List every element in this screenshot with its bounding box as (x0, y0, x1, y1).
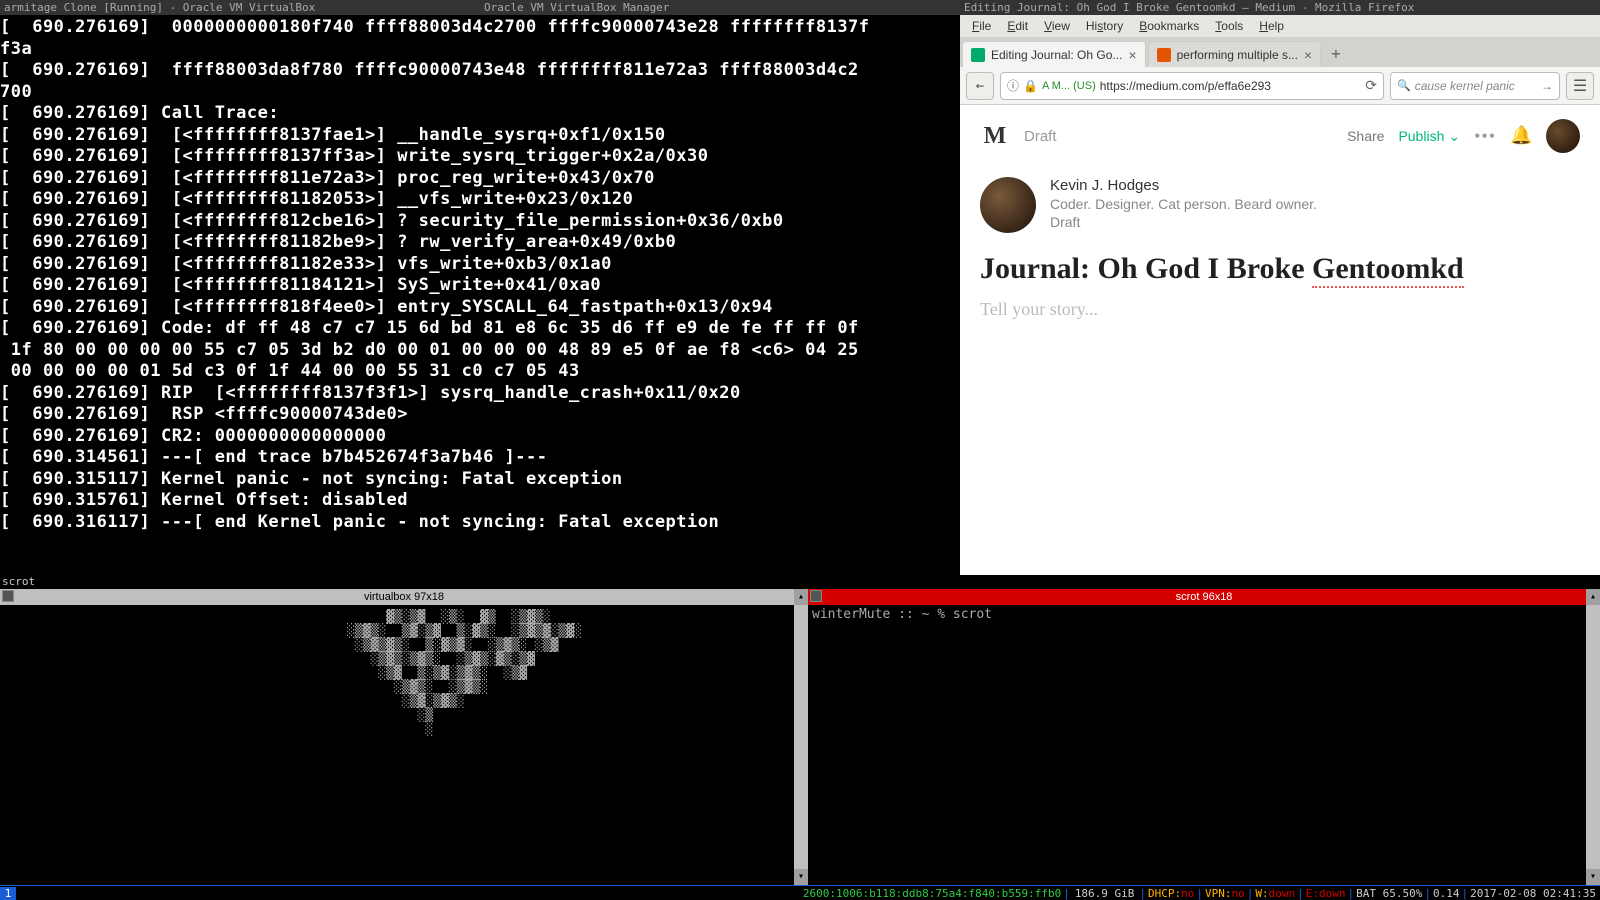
scroll-down-icon[interactable]: ▾ (1586, 869, 1600, 885)
tab-label: Editing Journal: Oh Go... (991, 48, 1122, 62)
terminal-right[interactable]: scrot 96x18 ▴ winterMute :: ~ % scrot ▾ (808, 589, 1600, 885)
separator: | (1295, 887, 1306, 900)
terminal-left[interactable]: virtualbox 97x18 ▴ ▓▒░▒▓ ░▒░ ▓▒ ░▒▓▒░ ░▒… (0, 589, 808, 885)
url-text[interactable]: https://medium.com/p/effa6e293 (1100, 79, 1362, 93)
share-button[interactable]: Share (1347, 128, 1384, 144)
memory-usage: 186.9 GiB (1072, 887, 1138, 900)
search-text[interactable]: cause kernel panic (1415, 79, 1537, 93)
vm-console[interactable]: [ 690.276169] 0000000000180f740 ffff8800… (0, 15, 960, 575)
shell-prompt: winterMute :: ~ % scrot (812, 607, 992, 622)
more-actions-button[interactable]: ••• (1474, 126, 1496, 147)
load-average: 0.14 (1433, 887, 1460, 900)
separator: | (1137, 887, 1148, 900)
tab-medium-editor[interactable]: Editing Journal: Oh Go... × (962, 41, 1146, 67)
battery-status: BAT 65.50% (1356, 887, 1422, 900)
new-tab-button[interactable]: + (1323, 40, 1349, 67)
author-name[interactable]: Kevin J. Hodges (1050, 177, 1317, 194)
separator: | (1061, 887, 1072, 900)
spellcheck-squiggle: Gentoomkd (1312, 252, 1464, 288)
eth-label: E: (1306, 887, 1319, 900)
title-text: Journal: Oh God I Broke (980, 252, 1312, 285)
firefox-window-title: Editing Journal: Oh God I Broke Gentoomk… (960, 0, 1600, 15)
user-avatar[interactable] (1546, 119, 1580, 153)
menu-bookmarks[interactable]: Bookmarks (1131, 17, 1207, 35)
reload-icon[interactable]: ⟳ (1365, 77, 1377, 94)
wifi-label: W: (1255, 887, 1268, 900)
chevron-down-icon: ⌄ (1448, 128, 1460, 145)
vpn-label: VPN: (1205, 887, 1232, 900)
separator: | (1422, 887, 1433, 900)
tab-close-icon[interactable]: × (1128, 47, 1136, 63)
story-title[interactable]: Journal: Oh God I Broke Gentoomkd (960, 251, 1600, 287)
story-body-placeholder[interactable]: Tell your story... (960, 287, 1600, 332)
scrollbar[interactable] (794, 605, 808, 869)
eth-value: down (1319, 887, 1346, 900)
author-avatar[interactable] (980, 177, 1036, 233)
author-meta: Draft (1050, 214, 1317, 230)
menu-history[interactable]: History (1078, 17, 1131, 35)
author-block: Kevin J. Hodges Coder. Designer. Cat per… (960, 167, 1600, 251)
hamburger-menu[interactable]: ☰ (1566, 72, 1594, 100)
separator: | (1346, 887, 1357, 900)
separator: | (1460, 887, 1471, 900)
firefox-tabstrip: Editing Journal: Oh Go... × performing m… (960, 37, 1600, 67)
dhcp-value: no (1181, 887, 1194, 900)
tab-close-icon[interactable]: × (1304, 47, 1312, 63)
scroll-down-icon[interactable]: ▾ (794, 869, 808, 885)
ascii-art-noise: ▓▒░▒▓ ░▒░ ▓▒ ░▒▓▒░ ░▒▓▒░ ▒▓░▒▓ ▒░▓▒░ ░▒▓… (300, 611, 582, 737)
date-time: 2017-02-08 02:41:35 (1470, 887, 1600, 900)
site-info-icon[interactable]: ⓘ (1007, 77, 1019, 94)
workspace-indicator[interactable]: 1 (0, 887, 16, 900)
search-go-icon[interactable]: → (1541, 79, 1553, 93)
terminal-right-title[interactable]: scrot 96x18 (808, 589, 1600, 605)
scrot-label: scrot (0, 575, 1600, 589)
notifications-icon[interactable]: 🔔 (1510, 125, 1532, 147)
terminal-right-body[interactable]: winterMute :: ~ % scrot (808, 605, 1600, 869)
scroll-up-icon[interactable]: ▴ (1586, 589, 1600, 605)
back-button[interactable]: ← (966, 72, 994, 100)
scroll-up-icon[interactable]: ▴ (794, 589, 808, 605)
separator: | (1245, 887, 1256, 900)
dhcp-label: DHCP: (1148, 887, 1181, 900)
menu-edit[interactable]: Edit (999, 17, 1036, 35)
vm-window-title: armitage Clone [Running] - Oracle VM Vir… (0, 0, 480, 15)
window-titlebar-row: armitage Clone [Running] - Oracle VM Vir… (0, 0, 1600, 15)
tab-label: performing multiple s... (1177, 48, 1298, 62)
firefox-browser: File Edit View History Bookmarks Tools H… (960, 15, 1600, 575)
menu-help[interactable]: Help (1251, 17, 1292, 35)
search-bar[interactable]: 🔍 cause kernel panic → (1390, 72, 1560, 100)
publish-button[interactable]: Publish⌄ (1398, 128, 1460, 145)
url-bar[interactable]: ⓘ 🔒 A M... (US) https://medium.com/p/eff… (1000, 72, 1384, 100)
draft-status-label: Draft (1024, 128, 1057, 145)
i3-status-bar: 1 2600:1006:b118:ddb8:75a4:f840:b559:ffb… (0, 885, 1600, 900)
wifi-value: down (1269, 887, 1296, 900)
search-engine-icon[interactable]: 🔍 (1397, 79, 1411, 92)
ask-favicon (1157, 48, 1171, 62)
medium-favicon (971, 48, 985, 62)
medium-editor-page: M Draft Share Publish⌄ ••• 🔔 Kevin J. Ho… (960, 105, 1600, 575)
vbox-manager-title: Oracle VM VirtualBox Manager (480, 0, 960, 15)
tmux-pane-icon (810, 590, 822, 602)
terminal-left-title[interactable]: virtualbox 97x18 (0, 589, 808, 605)
site-identity: A M... (US) (1042, 80, 1096, 92)
vpn-value: no (1232, 887, 1245, 900)
tmux-pane-icon (2, 590, 14, 602)
menu-tools[interactable]: Tools (1207, 17, 1251, 35)
separator: | (1194, 887, 1205, 900)
author-bio: Coder. Designer. Cat person. Beard owner… (1050, 196, 1317, 212)
ipv6-address: 2600:1006:b118:ddb8:75a4:f840:b559:ffb0 (803, 887, 1061, 900)
menu-file[interactable]: File (964, 17, 999, 35)
lock-icon: 🔒 (1023, 79, 1038, 93)
medium-logo-icon[interactable]: M (980, 121, 1010, 151)
menu-view[interactable]: View (1036, 17, 1078, 35)
firefox-menubar: File Edit View History Bookmarks Tools H… (960, 15, 1600, 37)
firefox-toolbar: ← ⓘ 🔒 A M... (US) https://medium.com/p/e… (960, 67, 1600, 105)
scrollbar[interactable] (1586, 605, 1600, 869)
tab-askubuntu[interactable]: performing multiple s... × (1148, 41, 1322, 67)
medium-topbar: M Draft Share Publish⌄ ••• 🔔 (960, 105, 1600, 167)
terminal-left-body[interactable]: ▓▒░▒▓ ░▒░ ▓▒ ░▒▓▒░ ░▒▓▒░ ▒▓░▒▓ ▒░▓▒░ ░▒▓… (0, 605, 808, 869)
